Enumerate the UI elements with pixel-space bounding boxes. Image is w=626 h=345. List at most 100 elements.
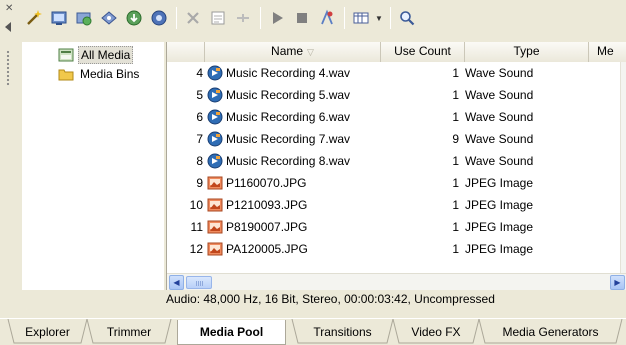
row-index: 7 xyxy=(196,132,203,146)
auto-preview-icon[interactable] xyxy=(315,6,339,30)
toolbar-separator xyxy=(176,7,177,29)
media-name: Music Recording 8.wav xyxy=(226,154,351,168)
row-index: 9 xyxy=(196,176,203,190)
horizontal-scrollbar[interactable]: ◀ ▶ xyxy=(167,273,626,290)
table-row[interactable]: 8 Music Recording 8.wav 1 Wave Sound xyxy=(167,150,626,172)
column-header-use-count[interactable]: Use Count xyxy=(381,42,465,62)
image-file-icon xyxy=(207,175,223,191)
type-cell: JPEG Image xyxy=(465,220,534,234)
window-tabs: Explorer Trimmer Media Pool Transitions … xyxy=(0,318,626,345)
tab-media-pool[interactable]: Media Pool xyxy=(177,320,286,345)
image-file-icon xyxy=(207,219,223,235)
pin-icon[interactable] xyxy=(5,22,11,32)
table-row[interactable]: 7 Music Recording 7.wav 9 Wave Sound xyxy=(167,128,626,150)
media-info-status: Audio: 48,000 Hz, 16 Bit, Stereo, 00:00:… xyxy=(166,292,495,306)
type-cell: JPEG Image xyxy=(465,242,534,256)
table-row[interactable]: 12 PA120005.JPG 1 JPEG Image xyxy=(167,238,626,260)
table-row[interactable]: 5 Music Recording 5.wav 1 Wave Sound xyxy=(167,84,626,106)
table-row[interactable]: 6 Music Recording 6.wav 1 Wave Sound xyxy=(167,106,626,128)
scrollbar-thumb[interactable] xyxy=(186,276,212,289)
scroll-right-icon[interactable]: ▶ xyxy=(610,275,625,290)
column-header-name[interactable]: Name ▽ xyxy=(205,42,381,62)
list-rows: 4 Music Recording 4.wav 1 Wave Sound 5 Music … xyxy=(167,62,626,260)
table-row[interactable]: 9 P1160070.JPG 1 JPEG Image xyxy=(167,172,626,194)
type-cell: Wave Sound xyxy=(465,66,534,80)
media-pool-window: ✕ ▼ All Media Media Bins Name ▽ Use Coun… xyxy=(0,0,626,345)
import-media-icon[interactable] xyxy=(122,6,146,30)
stop-icon[interactable] xyxy=(290,6,314,30)
toolbar-separator xyxy=(344,7,345,29)
media-name-cell[interactable]: Music Recording 6.wav xyxy=(205,109,381,125)
table-row[interactable]: 11 P8190007.JPG 1 JPEG Image xyxy=(167,216,626,238)
row-index: 10 xyxy=(189,198,203,212)
row-index: 5 xyxy=(196,88,203,102)
search-icon[interactable] xyxy=(395,6,419,30)
column-header-type[interactable]: Type xyxy=(465,42,589,62)
media-name: P1210093.JPG xyxy=(226,198,308,212)
wand-icon[interactable] xyxy=(22,6,46,30)
type-cell: Wave Sound xyxy=(465,110,534,124)
toolbar-separator xyxy=(390,7,391,29)
list-header: Name ▽ Use Count Type Me xyxy=(167,42,626,62)
burn-disc-icon[interactable] xyxy=(97,6,121,30)
tree-item-all-media[interactable]: All Media xyxy=(58,46,134,64)
get-media-web-icon[interactable] xyxy=(72,6,96,30)
media-name-cell[interactable]: Music Recording 4.wav xyxy=(205,65,381,81)
toolbar-separator xyxy=(260,7,261,29)
media-fx-icon[interactable] xyxy=(147,6,171,30)
drag-handle[interactable] xyxy=(6,50,10,86)
disabled-icon[interactable] xyxy=(231,6,255,30)
tab-explorer[interactable]: Explorer xyxy=(14,320,81,344)
tab-trimmer[interactable]: Trimmer xyxy=(93,320,165,344)
use-count-cell: 1 xyxy=(452,242,459,256)
audio-file-icon xyxy=(207,153,223,169)
row-index: 11 xyxy=(190,220,203,234)
media-name: Music Recording 5.wav xyxy=(226,88,351,102)
table-row[interactable]: 4 Music Recording 4.wav 1 Wave Sound xyxy=(167,62,626,84)
tab-video-fx[interactable]: Video FX xyxy=(399,320,473,344)
all-media-icon xyxy=(58,47,74,63)
use-count-cell: 1 xyxy=(452,88,459,102)
use-count-cell: 9 xyxy=(452,132,459,146)
media-name: Music Recording 4.wav xyxy=(226,66,351,80)
vertical-scrollbar[interactable] xyxy=(620,62,626,273)
media-list: Name ▽ Use Count Type Me 4 Music Recording… xyxy=(166,42,626,290)
media-name-cell[interactable]: Music Recording 7.wav xyxy=(205,131,381,147)
media-name-cell[interactable]: P1210093.JPG xyxy=(205,197,381,213)
media-name-cell[interactable]: P8190007.JPG xyxy=(205,219,381,235)
use-count-cell: 1 xyxy=(452,176,459,190)
tree-item-media-bins[interactable]: Media Bins xyxy=(58,65,141,83)
views-icon[interactable] xyxy=(349,6,373,30)
media-name-cell[interactable]: PA120005.JPG xyxy=(205,241,381,257)
capture-video-icon[interactable] xyxy=(47,6,71,30)
use-count-cell: 1 xyxy=(452,220,459,234)
properties-icon[interactable] xyxy=(206,6,230,30)
tab-media-generators[interactable]: Media Generators xyxy=(485,320,616,344)
close-icon[interactable]: ✕ xyxy=(5,4,13,14)
tab-transitions[interactable]: Transitions xyxy=(298,320,387,344)
use-count-cell: 1 xyxy=(452,66,459,80)
type-cell: Wave Sound xyxy=(465,132,534,146)
views-dropdown-icon[interactable]: ▼ xyxy=(374,6,384,30)
column-header-index[interactable] xyxy=(167,42,205,62)
folder-icon xyxy=(58,66,74,82)
audio-file-icon xyxy=(207,87,223,103)
audio-file-icon xyxy=(207,65,223,81)
window-grip: ✕ xyxy=(0,0,20,318)
row-index: 6 xyxy=(196,110,203,124)
folder-tree: All Media Media Bins xyxy=(22,42,164,290)
type-cell: JPEG Image xyxy=(465,176,534,190)
media-name-cell[interactable]: Music Recording 8.wav xyxy=(205,153,381,169)
remove-media-icon[interactable] xyxy=(181,6,205,30)
scroll-left-icon[interactable]: ◀ xyxy=(169,275,184,290)
column-header-more[interactable]: Me xyxy=(589,42,626,62)
use-count-cell: 1 xyxy=(452,110,459,124)
row-index: 4 xyxy=(196,66,203,80)
media-name-cell[interactable]: Music Recording 5.wav xyxy=(205,87,381,103)
media-name: P1160070.JPG xyxy=(226,176,307,190)
play-icon[interactable] xyxy=(265,6,289,30)
image-file-icon xyxy=(207,241,223,257)
table-row[interactable]: 10 P1210093.JPG 1 JPEG Image xyxy=(167,194,626,216)
row-index: 12 xyxy=(189,242,203,256)
media-name-cell[interactable]: P1160070.JPG xyxy=(205,175,381,191)
